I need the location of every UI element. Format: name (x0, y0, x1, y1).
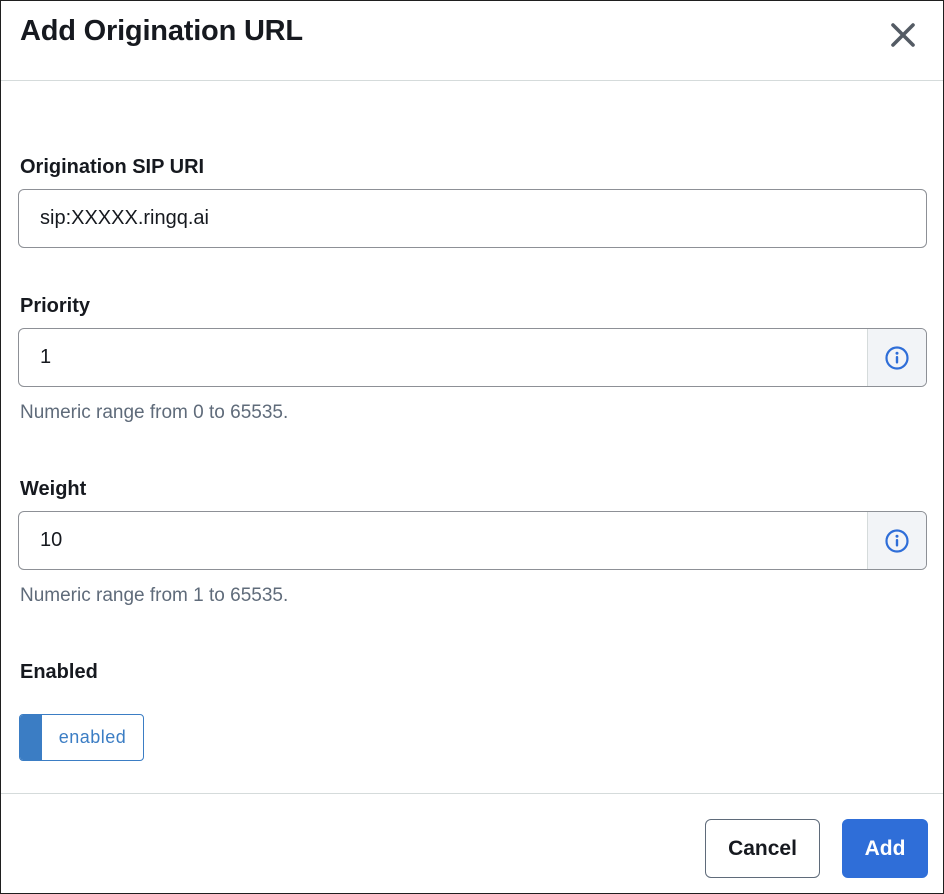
sip-uri-label: Origination SIP URI (20, 156, 205, 178)
weight-field-container (18, 511, 927, 570)
close-icon (891, 23, 915, 47)
dialog-header: Add Origination URL (1, 1, 943, 81)
weight-info-button[interactable] (867, 512, 926, 569)
sip-uri-input[interactable] (19, 190, 926, 247)
enabled-label: Enabled (20, 661, 98, 683)
add-origination-url-dialog: Add Origination URL Origination SIP URI … (0, 0, 944, 894)
dialog-title: Add Origination URL (20, 15, 303, 47)
priority-input[interactable] (19, 329, 867, 386)
sip-uri-field-container (18, 189, 927, 248)
priority-info-button[interactable] (867, 329, 926, 386)
add-button[interactable]: Add (842, 819, 928, 878)
cancel-button[interactable]: Cancel (705, 819, 820, 878)
weight-input[interactable] (19, 512, 867, 569)
toggle-knob (20, 715, 42, 760)
info-icon (885, 528, 909, 553)
weight-hint: Numeric range from 1 to 65535. (20, 585, 289, 606)
enabled-toggle-label: enabled (58, 727, 127, 747)
weight-label: Weight (20, 478, 87, 500)
info-icon (885, 345, 909, 370)
dialog-footer: Cancel Add (1, 793, 943, 893)
priority-label: Priority (20, 295, 91, 317)
priority-hint: Numeric range from 0 to 65535. (20, 402, 289, 423)
close-button[interactable] (885, 17, 921, 53)
enabled-toggle[interactable]: enabled (19, 714, 144, 761)
priority-field-container (18, 328, 927, 387)
